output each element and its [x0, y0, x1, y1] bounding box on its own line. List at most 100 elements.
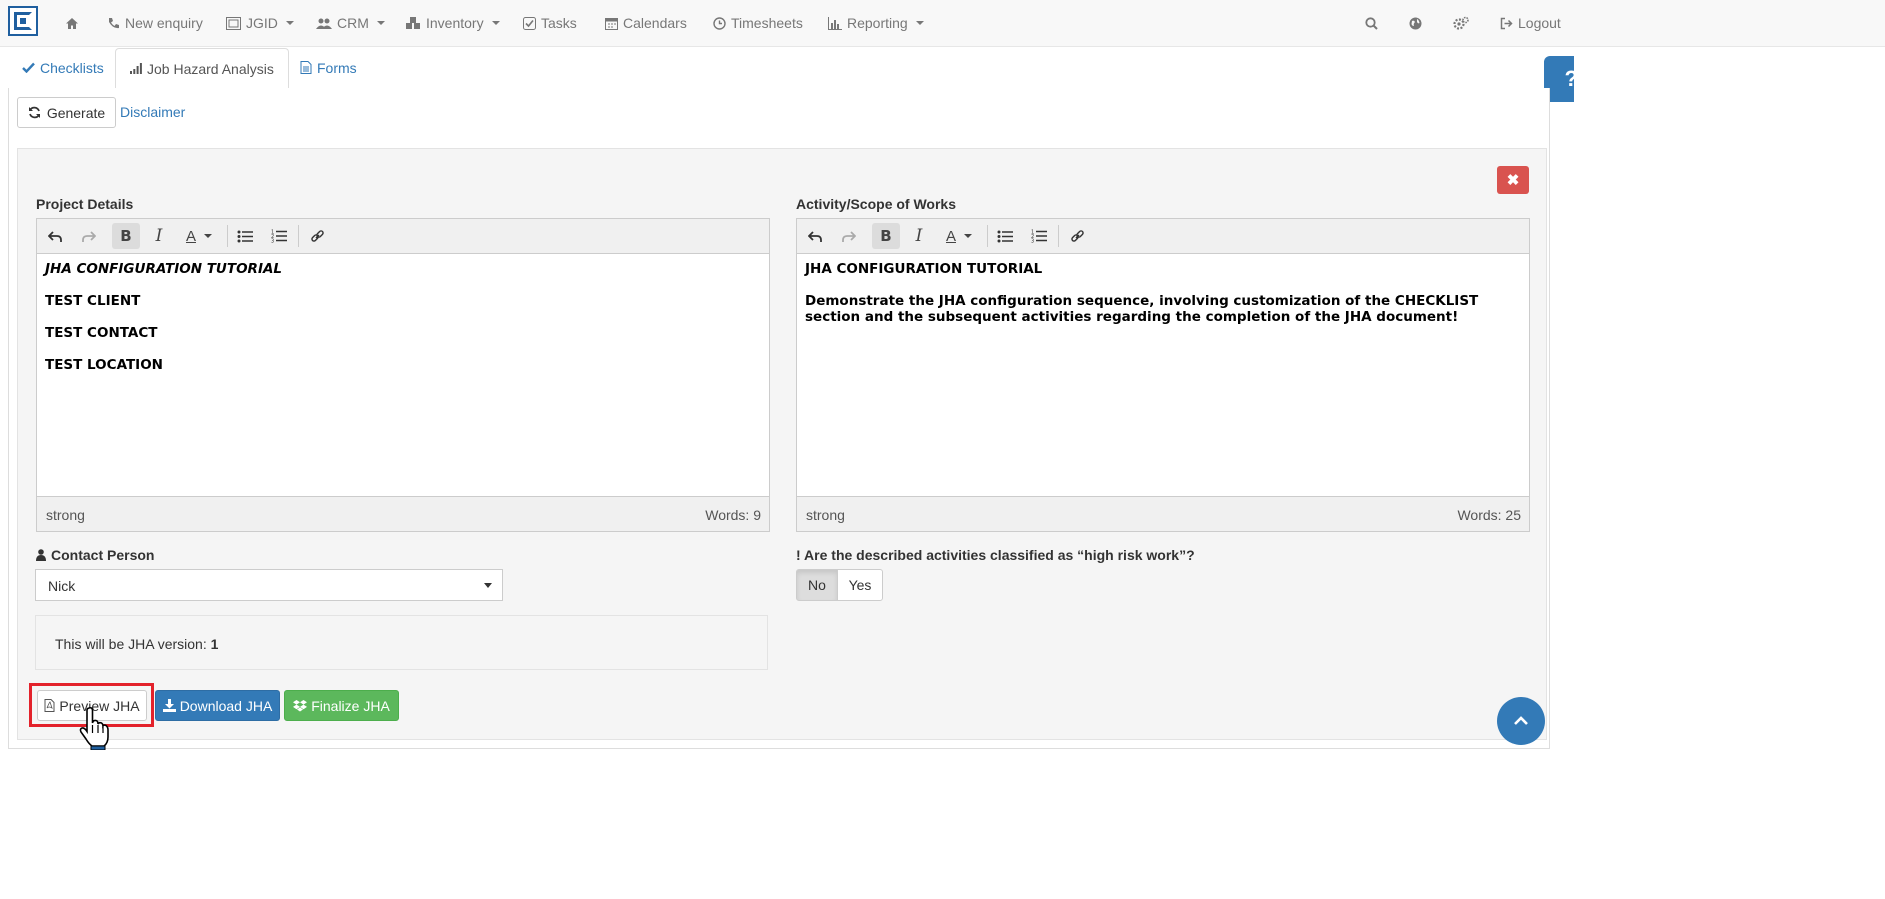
italic-icon[interactable]: I [905, 223, 933, 249]
nav-reporting[interactable]: Reporting [828, 14, 924, 32]
finalize-jha-button[interactable]: Finalize JHA [284, 690, 399, 721]
check-icon [22, 62, 35, 73]
globe-icon [1409, 17, 1422, 29]
italic-icon[interactable]: I [145, 223, 173, 249]
nav-crm[interactable]: CRM [316, 14, 385, 32]
logout-label: Logout [1518, 15, 1561, 31]
nav-label: New enquiry [125, 15, 203, 31]
word-count: Words: 25 [1457, 507, 1521, 523]
editor-content[interactable]: JHA CONFIGURATION TUTORIAL Demonstrate t… [805, 261, 1521, 341]
editor-statusbar: strong Words: 9 [37, 496, 769, 531]
nav-jgid[interactable]: JGID [226, 14, 294, 32]
text-color-icon[interactable]: A [938, 223, 980, 249]
nav-tasks[interactable]: Tasks [523, 14, 577, 32]
id-card-icon [226, 16, 241, 30]
svg-text:3: 3 [1031, 239, 1034, 244]
home-icon [66, 17, 78, 29]
numbered-list-icon[interactable]: 123 [265, 223, 293, 249]
download-label: Download JHA [179, 697, 273, 714]
tab-job-hazard-analysis[interactable]: Job Hazard Analysis [115, 48, 289, 89]
toolbar-divider [987, 225, 988, 247]
tab-checklists[interactable]: Checklists [8, 48, 118, 87]
check-square-icon [523, 16, 536, 30]
svg-text:3: 3 [271, 239, 274, 244]
numbered-list-icon[interactable]: 123 [1025, 223, 1053, 249]
exclamation-icon: ! [796, 547, 801, 563]
redo-icon[interactable] [74, 223, 102, 249]
toolbar-divider [227, 225, 228, 247]
generate-label: Generate [46, 104, 106, 121]
tab-label: Forms [317, 59, 357, 76]
high-risk-text: Are the described activities classified … [804, 547, 1195, 563]
caret-down-icon [484, 583, 492, 588]
contact-person-text: Contact Person [51, 547, 155, 563]
project-details-label: Project Details [36, 196, 134, 212]
users-icon [316, 18, 332, 29]
high-risk-no-button[interactable]: No [796, 569, 838, 601]
nav-settings[interactable] [1453, 14, 1469, 32]
nav-logout[interactable]: Logout [1500, 14, 1561, 32]
help-label: ? [1565, 66, 1574, 92]
scroll-to-top-button[interactable] [1497, 697, 1545, 745]
nav-inventory[interactable]: Inventory [405, 14, 500, 32]
activity-scope-editor[interactable]: B I A 123 JHA CONFIGURATION TUTORIAL Dem… [796, 218, 1530, 532]
disclaimer-link[interactable]: Disclaimer [120, 104, 185, 120]
nav-label: CRM [337, 15, 369, 31]
nav-home[interactable] [65, 14, 79, 32]
signal-icon [130, 63, 142, 74]
cogs-icon [1453, 16, 1469, 30]
app-logo[interactable] [8, 6, 38, 36]
toolbar-divider [1058, 225, 1059, 247]
link-icon[interactable] [1063, 223, 1091, 249]
download-icon [162, 699, 176, 712]
project-details-editor[interactable]: B I A 123 JHA CONFIGURATION TUTORIAL TES… [36, 218, 770, 532]
editor-line: Demonstrate the JHA configuration sequen… [805, 293, 1479, 325]
toolbar-divider [298, 225, 299, 247]
nav-label: Inventory [426, 15, 484, 31]
dropbox-icon [293, 699, 308, 711]
tab-forms[interactable]: Forms [286, 48, 371, 87]
nav-timesheets[interactable]: Timesheets [713, 14, 803, 32]
bold-icon[interactable]: B [112, 223, 140, 249]
version-text: This will be JHA version: 1 [55, 636, 219, 652]
nav-search[interactable] [1365, 14, 1378, 32]
word-count: Words: 9 [705, 507, 761, 523]
bar-chart-icon [828, 16, 842, 30]
caret-down-icon [285, 21, 294, 25]
tab-bar: Checklists Job Hazard Analysis Forms [8, 48, 1548, 89]
close-button[interactable]: ✖ [1497, 166, 1529, 194]
element-path[interactable]: strong [806, 507, 845, 523]
editor-line: JHA CONFIGURATION TUTORIAL [45, 261, 283, 277]
bullet-list-icon[interactable] [231, 223, 259, 249]
generate-button[interactable]: Generate [17, 97, 116, 128]
element-path[interactable]: strong [46, 507, 85, 523]
undo-icon[interactable] [41, 223, 69, 249]
editor-line: TEST LOCATION [45, 357, 163, 373]
high-risk-yes-button[interactable]: Yes [837, 569, 883, 601]
caret-down-icon [491, 21, 500, 25]
nav-label: Calendars [623, 15, 687, 31]
text-color-icon[interactable]: A [178, 223, 220, 249]
nav-new-enquiry[interactable]: New enquiry [107, 14, 203, 32]
nav-label: Timesheets [731, 15, 803, 31]
nav-label: Reporting [847, 15, 908, 31]
top-navbar: New enquiry JGID CRM Inventory Tasks Cal… [0, 0, 1885, 47]
download-jha-button[interactable]: Download JHA [155, 690, 280, 721]
bullet-list-icon[interactable] [991, 223, 1019, 249]
cubes-icon [406, 17, 420, 29]
nav-globe[interactable] [1409, 14, 1422, 32]
contact-person-select[interactable]: Nick [35, 569, 503, 601]
nav-calendars[interactable]: Calendars [605, 14, 687, 32]
version-number: 1 [210, 636, 219, 652]
editor-content[interactable]: JHA CONFIGURATION TUTORIAL TEST CLIENT T… [45, 261, 761, 389]
calendar-icon [605, 17, 618, 30]
redo-icon[interactable] [834, 223, 862, 249]
activity-scope-label: Activity/Scope of Works [796, 196, 957, 212]
undo-icon[interactable] [801, 223, 829, 249]
chevron-up-icon [1514, 716, 1528, 725]
sign-out-icon [1500, 17, 1513, 29]
contact-person-label: Contact Person [36, 547, 154, 563]
version-info: This will be JHA version: 1 [35, 615, 768, 670]
link-icon[interactable] [303, 223, 331, 249]
bold-icon[interactable]: B [872, 223, 900, 249]
